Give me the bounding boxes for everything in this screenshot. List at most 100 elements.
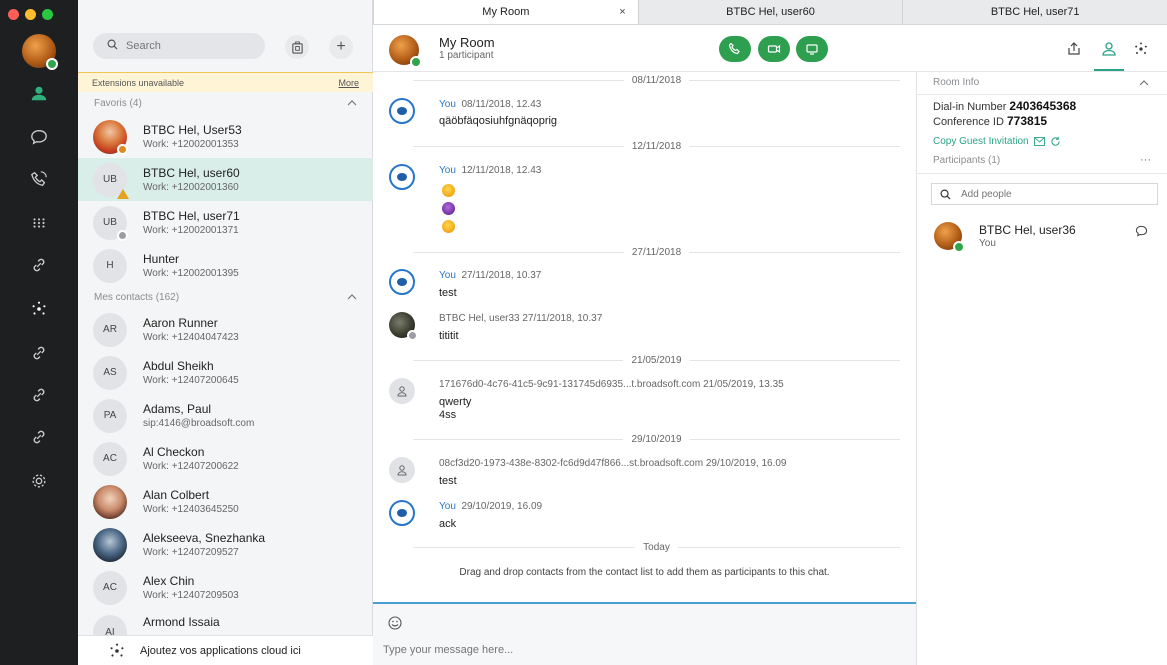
warning-text: Extensions unavailable (92, 77, 185, 88)
message-meta: You 08/11/2018, 12.43 (439, 99, 541, 110)
tab-my-room[interactable]: My Room × (373, 0, 638, 24)
tab-user60[interactable]: BTBC Hel, user60 (637, 0, 903, 24)
avatar: AC (93, 441, 127, 476)
add-people-input[interactable] (961, 188, 1131, 200)
message-input[interactable] (383, 644, 883, 656)
message-meta: You 27/11/2018, 10.37 (439, 270, 541, 281)
room-info-panel: Room Info Dial-in Number 2403645368 Conf… (916, 72, 1167, 665)
dial-in-label: Dial-in Number (933, 101, 1007, 113)
building-icon (291, 40, 303, 54)
contact-number: Work: +12407200622 (143, 461, 239, 472)
room-directory-button[interactable] (285, 35, 309, 59)
message-list[interactable]: 08/11/2018 You 08/11/2018, 12.43 qäöbfäq… (373, 72, 916, 602)
video-call-button[interactable] (758, 36, 790, 62)
favorite-contact[interactable]: H Hunter Work: +12002001395 (78, 244, 373, 287)
message-time: 12/11/2018, 12.43 (461, 165, 542, 176)
contact-name: BTBC Hel, user60 (143, 166, 240, 180)
message-text: 4ss (439, 409, 457, 421)
close-window-button[interactable] (8, 9, 19, 20)
chevron-up-icon[interactable] (347, 294, 357, 300)
room-title: My Room (439, 35, 495, 50)
participants-toggle-button[interactable] (1098, 38, 1120, 60)
contact-list-item[interactable]: AS Abdul Sheikh Work: +12407200645 (78, 351, 373, 394)
conference-id-value: 773815 (1007, 114, 1048, 128)
my-message-avatar (389, 269, 415, 295)
message-meta: 08cf3d20-1973-438e-8302-fc6d9d47f866...s… (439, 458, 787, 469)
date-separator: 27/11/2018 (413, 245, 900, 259)
contact-list-item[interactable]: Alan Colbert Work: +12403645250 (78, 480, 373, 523)
avatar: AS (93, 355, 127, 390)
more-options-icon[interactable]: ··· (1140, 154, 1151, 166)
chat-bubble-icon[interactable] (1135, 225, 1148, 237)
guest-avatar (389, 378, 415, 404)
guest-avatar (389, 457, 415, 483)
warning-more-link[interactable]: More (338, 78, 359, 88)
contact-name: BTBC Hel, user71 (143, 209, 240, 223)
settings-gear-icon[interactable] (26, 468, 52, 494)
presence-offline-icon (407, 330, 418, 341)
contact-list-item[interactable]: AR Aaron Runner Work: +12404047423 (78, 308, 373, 351)
call-history-nav-icon[interactable] (26, 166, 52, 192)
contact-list-item[interactable]: PA Adams, Paul sip:4146@broadsoft.com (78, 394, 373, 437)
contact-list-item[interactable]: AC Alex Chin Work: +12407209503 (78, 566, 373, 609)
minimize-window-button[interactable] (25, 9, 36, 20)
emoji-picker-icon[interactable] (388, 616, 402, 633)
contact-name: Abdul Sheikh (143, 359, 214, 373)
favorite-contact[interactable]: UB BTBC Hel, user71 Work: +12002001371 (78, 201, 373, 244)
contact-name: Adams, Paul (143, 402, 212, 416)
warning-triangle-icon (117, 188, 129, 199)
refresh-icon[interactable] (1050, 136, 1061, 147)
maximize-window-button[interactable] (42, 9, 53, 20)
message-text: test (439, 287, 457, 299)
apps-icon (1135, 42, 1147, 54)
presence-offline-icon (117, 229, 128, 241)
apps-nav-icon[interactable] (26, 296, 52, 322)
add-contact-button[interactable]: + (329, 35, 353, 59)
copy-guest-label: Copy Guest Invitation (933, 136, 1029, 147)
active-panel-indicator (1094, 69, 1124, 71)
chevron-up-icon[interactable] (347, 100, 357, 106)
copy-guest-invitation-link[interactable]: Copy Guest Invitation (933, 136, 1061, 147)
presence-available-icon (46, 58, 58, 70)
plus-icon: + (336, 38, 346, 55)
favorite-contact[interactable]: BTBC Hel, User53 Work: +12002001353 (78, 115, 373, 158)
tab-label: BTBC Hel, user71 (990, 6, 1080, 18)
favorite-contact-selected[interactable]: UB BTBC Hel, user60 Work: +12002001360 (78, 158, 373, 201)
chat-nav-icon[interactable] (26, 124, 52, 150)
contacts-section-header[interactable]: Mes contacts (162) (78, 287, 373, 307)
participant-count: 1 participant (439, 50, 494, 61)
date-label: Today (643, 541, 670, 553)
close-tab-icon[interactable]: × (619, 6, 625, 18)
date-separator: 29/10/2019 (413, 432, 900, 446)
share-upload-button[interactable] (1063, 38, 1085, 60)
apps-button[interactable] (1130, 38, 1152, 60)
chevron-up-icon[interactable] (1139, 80, 1149, 86)
link-nav-icon[interactable] (26, 252, 52, 278)
upload-icon (1068, 42, 1080, 55)
contact-list-item[interactable]: Alekseeva, Snezhanka Work: +12407209527 (78, 523, 373, 566)
avatar-initials: UB (103, 174, 117, 185)
participant-role: You (979, 238, 996, 249)
presence-away-icon (117, 143, 128, 155)
audio-call-button[interactable] (719, 36, 751, 62)
apps-icon (110, 643, 124, 657)
link-nav-icon-4[interactable] (26, 424, 52, 450)
date-separator: 08/11/2018 (413, 73, 900, 87)
date-label: 27/11/2018 (631, 246, 682, 258)
tab-user71[interactable]: BTBC Hel, user71 (902, 0, 1167, 24)
email-icon[interactable] (1033, 137, 1045, 146)
link-nav-icon-3[interactable] (26, 382, 52, 408)
screen-share-icon (806, 44, 818, 55)
add-people-field[interactable] (931, 183, 1158, 205)
add-cloud-apps-bar[interactable]: Ajoutez vos applications cloud ici (78, 635, 373, 665)
contact-search[interactable] (93, 33, 265, 59)
contacts-nav-icon[interactable] (26, 80, 52, 106)
favorites-section-header[interactable]: Favoris (4) (78, 93, 373, 113)
link-nav-icon-2[interactable] (26, 340, 52, 366)
search-input[interactable] (126, 40, 236, 52)
my-avatar[interactable] (22, 34, 58, 70)
message-text: ack (439, 518, 457, 530)
dialpad-nav-icon[interactable] (26, 210, 52, 236)
contact-list-item[interactable]: AC Al Checkon Work: +12407200622 (78, 437, 373, 480)
screen-share-button[interactable] (796, 36, 828, 62)
